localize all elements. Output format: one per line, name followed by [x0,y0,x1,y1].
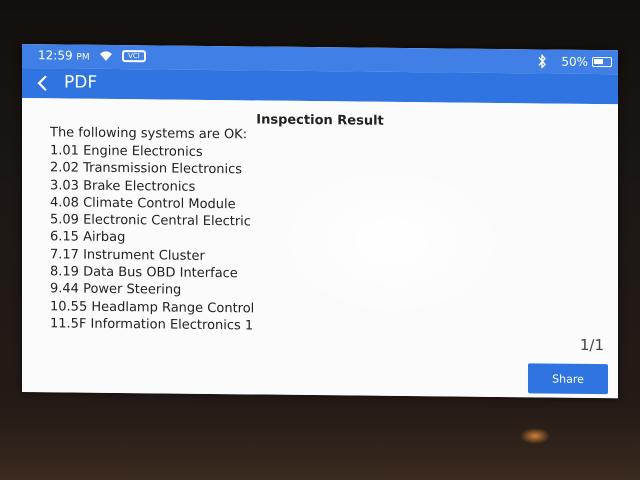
back-arrow-icon[interactable] [36,73,50,93]
systems-list: The following systems are OK: 1.01 Engin… [50,124,254,334]
list-item: 11.5F Information Electronics 1 [50,316,254,334]
battery-percent: 50% [561,54,588,69]
status-ampm: PM [76,52,90,63]
status-time: 12:59 PM [38,48,90,63]
list-item: 6.15 Airbag [50,229,126,246]
list-item: 2.02 Transmission Electronics [50,160,243,178]
wifi-icon [100,51,112,61]
status-time-value: 12:59 [38,48,73,63]
battery-icon [592,56,612,68]
page-indicator: 1/1 [579,335,604,355]
list-item: 7.17 Instrument Cluster [50,247,205,264]
led-reflection [520,428,550,444]
pdf-viewer[interactable]: Inspection Result The following systems … [22,98,618,399]
share-button[interactable]: Share [528,363,608,395]
list-item: 1.01 Engine Electronics [50,143,203,160]
screen-glare [272,160,512,324]
bluetooth-icon [538,54,546,69]
list-item: 8.19 Data Bus OBD Interface [50,264,238,282]
systems-intro: The following systems are OK: [50,125,248,143]
tablet-screen: 12:59 PM VCI 50% PDF Inspection Result T… [22,44,618,399]
list-item: 4.08 Climate Control Module [50,195,236,213]
vci-connection-icon: VCI [122,50,146,63]
page-title: PDF [64,72,98,93]
list-item: 5.09 Electronic Central Electric [50,212,251,230]
list-item: 9.44 Power Steering [50,281,182,299]
list-item: 3.03 Brake Electronics [50,177,196,195]
list-item: 10.55 Headlamp Range Control [50,298,255,317]
